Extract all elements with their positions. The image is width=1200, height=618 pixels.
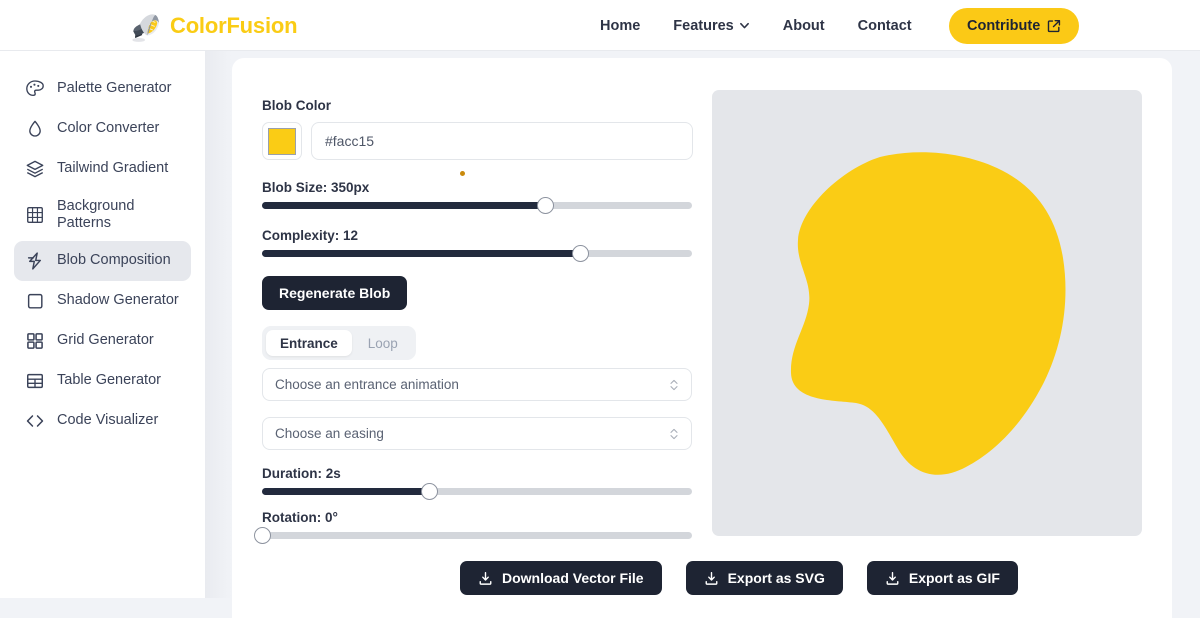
sidebar-item-code-visualizer[interactable]: Code Visualizer	[14, 401, 191, 441]
tab-loop[interactable]: Loop	[354, 330, 412, 356]
nav-label: About	[782, 17, 825, 34]
rotation-slider-track[interactable]	[253, 527, 692, 544]
lightning-bolt-icon	[24, 251, 45, 272]
sidebar-item-label: Code Visualizer	[57, 412, 159, 429]
sidebar-item-label: Table Generator	[57, 372, 161, 389]
blob-size-label: Blob Size: 350px	[262, 180, 370, 195]
contribute-button[interactable]: Contribute	[949, 8, 1080, 44]
easing-select[interactable]: Choose an easing	[262, 417, 692, 450]
nav-link-home[interactable]: Home	[600, 18, 640, 34]
sidebar-item-palette-generator[interactable]: Palette Generator	[14, 69, 191, 109]
rotation-slider-group: Rotation: 0°	[253, 510, 692, 544]
blob-size-slider-thumb[interactable]	[537, 197, 555, 214]
download-icon	[479, 571, 492, 585]
chevron-down-icon	[739, 22, 749, 29]
regenerate-blob-button[interactable]: Regenerate Blob	[262, 276, 408, 310]
duration-label: Duration: 2s	[262, 466, 341, 481]
complexity-slider-group: Complexity: 12	[262, 228, 692, 262]
sidebar-item-color-converter[interactable]: Color Converter	[14, 109, 191, 149]
complexity-slider-fill	[262, 250, 581, 257]
brand-name: ColorFusion	[170, 13, 298, 38]
export-label: Export as SVG	[727, 570, 825, 586]
sidebar-item-grid-generator[interactable]: Grid Generator	[14, 321, 191, 361]
nav-link-features[interactable]: Features	[673, 18, 749, 34]
download-vector-file-button[interactable]: Download Vector File	[460, 561, 662, 595]
entrance-animation-select[interactable]: Choose an entrance animation	[262, 368, 692, 401]
sidebar-item-table-generator[interactable]: Table Generator	[14, 361, 191, 401]
slider-hover-dot	[460, 171, 465, 176]
sidebar-item-tailwind-gradient[interactable]: Tailwind Gradient	[14, 149, 191, 189]
color-swatch-fill	[268, 127, 296, 155]
download-icon	[886, 571, 899, 585]
nav-link-contact[interactable]: Contact	[858, 18, 912, 34]
external-link-icon	[1048, 19, 1061, 33]
export-as-gif-button[interactable]: Export as GIF	[866, 561, 1018, 595]
sidebar-item-label: Shadow Generator	[57, 292, 179, 309]
sidebar-item-label: Grid Generator	[57, 332, 154, 349]
sidebar-item-background-patterns[interactable]: Background Patterns	[14, 189, 191, 241]
complexity-label: Complexity: 12	[262, 228, 359, 243]
blob-size-slider-track[interactable]	[262, 197, 692, 214]
contribute-label: Contribute	[967, 18, 1041, 34]
color-picker-swatch[interactable]	[262, 122, 302, 160]
duration-slider-thumb[interactable]	[421, 483, 439, 500]
export-as-svg-button[interactable]: Export as SVG	[685, 561, 843, 595]
blob-color-label: Blob Color	[262, 98, 331, 113]
rotation-label: Rotation: 0°	[262, 510, 338, 525]
easing-value: Choose an easing	[275, 426, 384, 441]
nav-label: Contact	[857, 17, 912, 34]
export-label: Export as GIF	[908, 570, 1000, 586]
nav-links: Home Features About Contact	[600, 0, 912, 51]
sidebar-item-label: Background Patterns	[57, 197, 135, 231]
rotation-slider-thumb[interactable]	[253, 527, 271, 544]
duration-slider-group: Duration: 2s	[262, 466, 692, 500]
sidebar-item-label: Palette Generator	[57, 80, 172, 97]
blob-shape	[790, 152, 1066, 475]
nav-label: Features	[673, 17, 734, 34]
sidebar-item-label: Tailwind Gradient	[57, 160, 169, 177]
code-brackets-icon	[24, 411, 45, 432]
sidebar-item-blob-composition[interactable]: Blob Composition	[14, 241, 191, 281]
export-label: Download Vector File	[502, 570, 644, 586]
top-navigation-bar: ColorFusion Home Features About Contact …	[0, 0, 1200, 51]
four-squares-icon	[24, 331, 45, 352]
animation-mode-tabs: Entrance Loop	[262, 326, 416, 360]
complexity-slider-thumb[interactable]	[571, 245, 589, 262]
complexity-slider-track[interactable]	[262, 245, 692, 262]
blob-size-slider-fill	[262, 202, 546, 209]
entrance-animation-value: Choose an entrance animation	[275, 377, 459, 392]
export-buttons-row: Download Vector File Export as SVG Expor…	[460, 561, 1018, 595]
layers-icon	[24, 159, 45, 180]
paint-can-icon	[132, 14, 160, 42]
blob-preview-canvas[interactable]	[712, 90, 1142, 536]
duration-slider-fill	[262, 488, 430, 495]
droplet-icon	[24, 119, 45, 140]
sidebar-gutter	[205, 51, 232, 598]
blob-size-slider-group: Blob Size: 350px	[262, 171, 692, 214]
brand-logo-link[interactable]: ColorFusion	[127, 8, 298, 44]
palette-icon	[24, 79, 45, 100]
grid-lines-icon	[24, 205, 45, 226]
sidebar-item-shadow-generator[interactable]: Shadow Generator	[14, 281, 191, 321]
table-icon	[24, 371, 45, 392]
sidebar-item-label: Color Converter	[57, 120, 160, 137]
blob-color-row	[262, 122, 693, 160]
nav-link-about[interactable]: About	[783, 18, 825, 34]
sidebar: Palette Generator Color Converter Tailwi…	[0, 51, 205, 598]
sidebar-item-label: Blob Composition	[57, 252, 171, 269]
duration-slider-track[interactable]	[262, 483, 692, 500]
download-icon	[705, 571, 718, 585]
chevron-up-down-icon	[670, 428, 678, 439]
square-icon	[24, 291, 45, 312]
hex-color-input[interactable]	[311, 122, 693, 160]
nav-label: Home	[600, 17, 641, 34]
tab-entrance[interactable]: Entrance	[266, 330, 352, 356]
chevron-up-down-icon	[670, 379, 678, 390]
